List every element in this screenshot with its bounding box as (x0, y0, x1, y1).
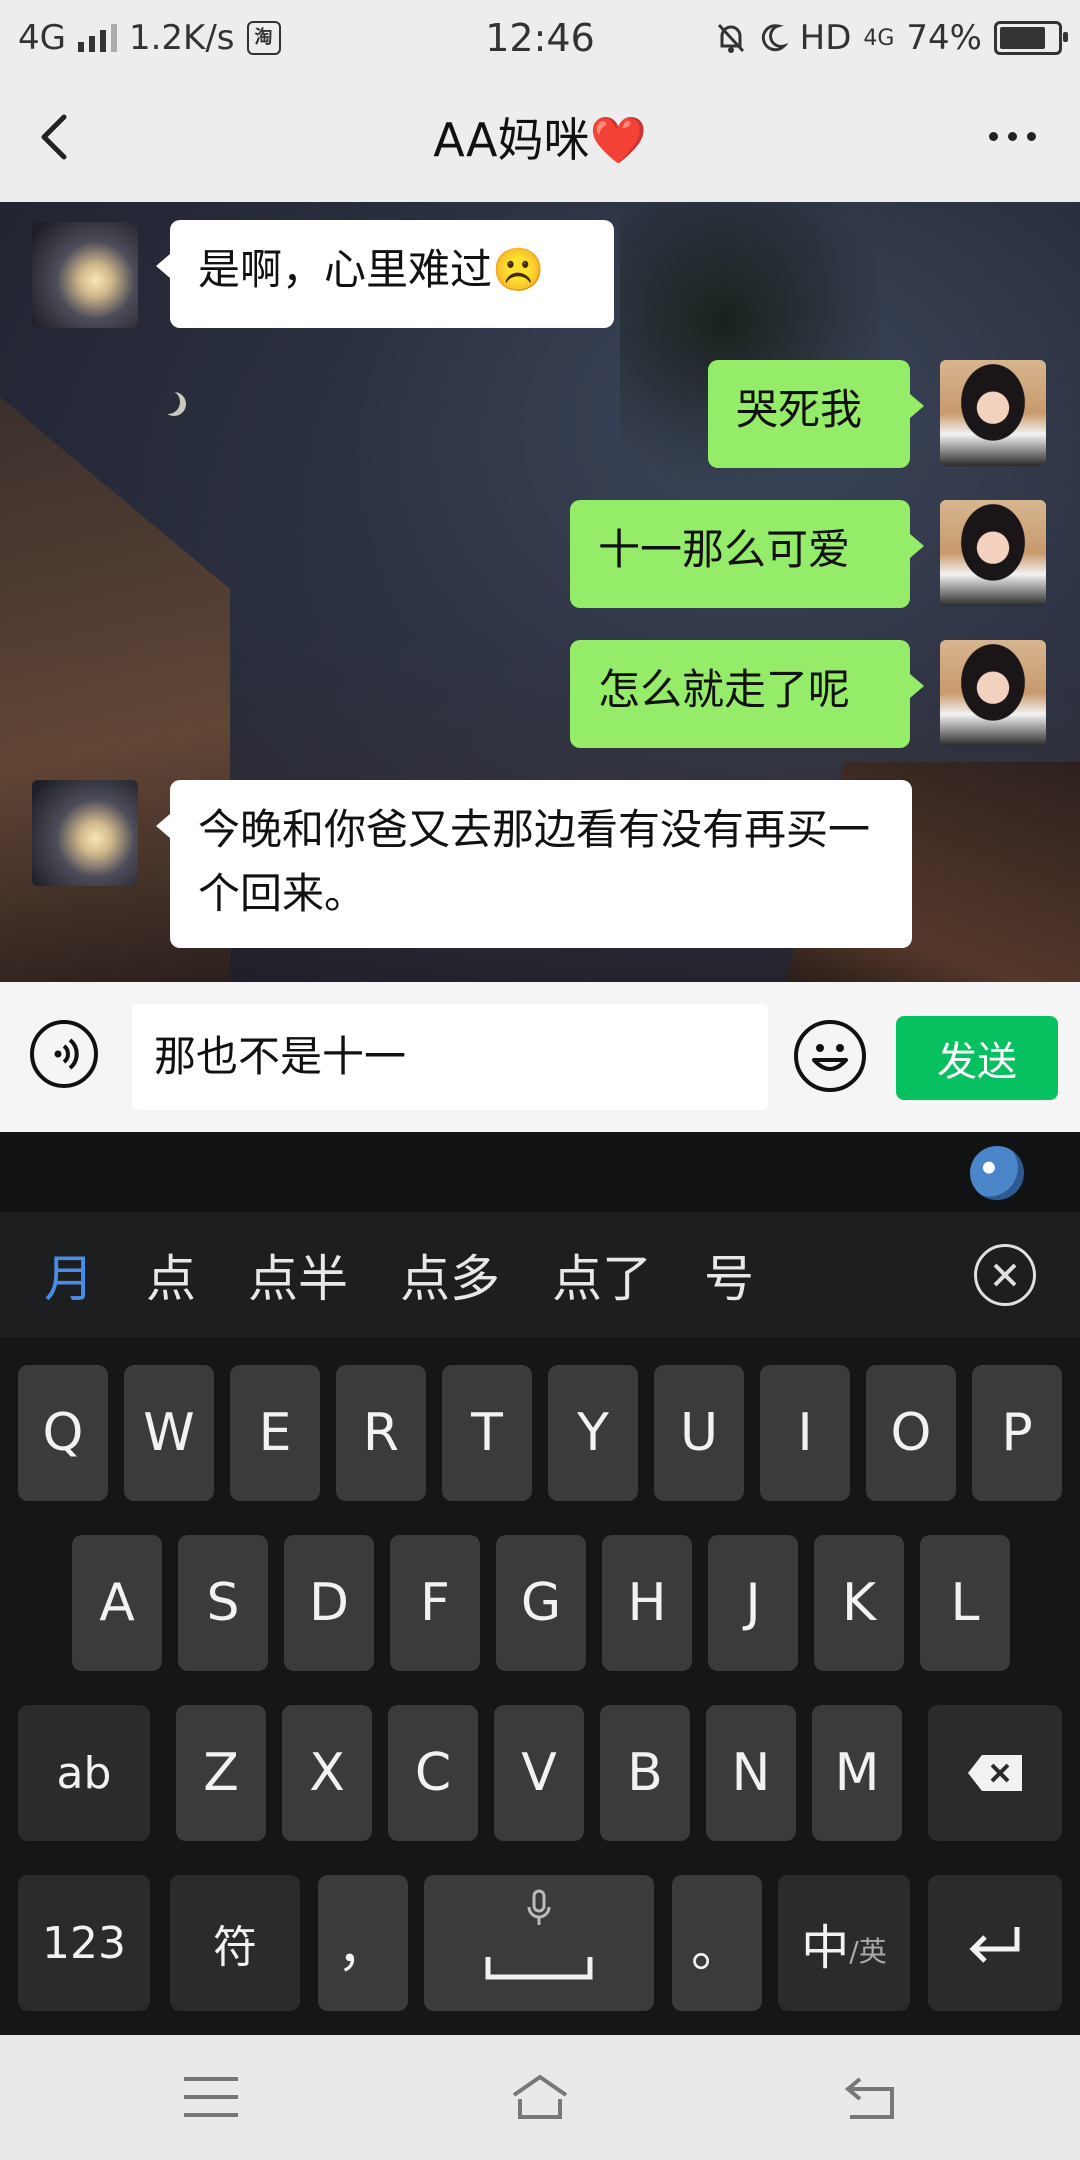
key-u[interactable]: U (654, 1365, 744, 1501)
key-z[interactable]: Z (176, 1705, 266, 1841)
more-options-icon[interactable] (982, 116, 1042, 156)
message-bubble-received[interactable]: 是啊，心里难过☹️ (156, 220, 614, 328)
candidate-word[interactable]: 月 (0, 1239, 120, 1311)
message-bubble-sent[interactable]: 怎么就走了呢 (570, 640, 924, 748)
contact-avatar[interactable] (32, 222, 138, 328)
close-candidates-icon[interactable] (974, 1244, 1036, 1306)
key-v[interactable]: V (494, 1705, 584, 1841)
key-i[interactable]: I (760, 1365, 850, 1501)
status-bar: 4G 1.2K/s 淘 12:46 HD 4G 74% (0, 0, 1080, 74)
candidate-word[interactable]: 点了 (526, 1239, 678, 1311)
key-f[interactable]: F (390, 1535, 480, 1671)
hd-label: HD (799, 18, 852, 58)
key-ab[interactable]: ab (18, 1705, 150, 1841)
key-b[interactable]: B (600, 1705, 690, 1841)
key-m[interactable]: M (812, 1705, 902, 1841)
keyboard: Q W E R T Y U I O P A S D F G H J K L ab… (0, 1337, 1080, 2035)
backspace-key[interactable] (928, 1705, 1062, 1841)
send-button[interactable]: 发送 (896, 1016, 1058, 1100)
enter-key[interactable] (928, 1875, 1062, 2011)
key-symbols[interactable]: 符 (170, 1875, 300, 2011)
key-period[interactable]: 。 (672, 1875, 762, 2011)
candidate-word[interactable]: 点半 (222, 1239, 374, 1311)
language-sub-label: /英 (849, 1935, 887, 1968)
mute-bell-icon (717, 23, 744, 53)
recent-apps-icon[interactable] (184, 2077, 238, 2117)
candidate-bar: 月 点 点半 点多 点了 号 (0, 1212, 1080, 1337)
my-avatar[interactable] (940, 360, 1046, 466)
contact-avatar[interactable] (32, 780, 138, 886)
candidate-word[interactable]: 点多 (374, 1239, 526, 1311)
key-h[interactable]: H (602, 1535, 692, 1671)
navigation-bar (0, 2035, 1080, 2160)
home-icon[interactable] (510, 2073, 570, 2121)
key-y[interactable]: Y (548, 1365, 638, 1501)
keyboard-toolbar (0, 1132, 1080, 1212)
background-moon (156, 390, 180, 414)
chat-header: AA妈咪❤️ (0, 74, 1080, 202)
key-r[interactable]: R (336, 1365, 426, 1501)
language-main-label: 中 (801, 1920, 850, 1976)
message-bubble-sent[interactable]: 十一那么可爱 (570, 500, 924, 608)
key-a[interactable]: A (72, 1535, 162, 1671)
key-l[interactable]: L (920, 1535, 1010, 1671)
moon-icon (761, 24, 788, 52)
my-avatar[interactable] (940, 500, 1046, 606)
key-c[interactable]: C (388, 1705, 478, 1841)
space-bar-icon (485, 1957, 593, 1980)
key-w[interactable]: W (124, 1365, 214, 1501)
microphone-icon (527, 1889, 551, 1925)
key-s[interactable]: S (178, 1535, 268, 1671)
key-d[interactable]: D (284, 1535, 374, 1671)
language-toggle-key[interactable]: 中/英 (778, 1875, 910, 2011)
key-g[interactable]: G (496, 1535, 586, 1671)
my-avatar[interactable] (940, 640, 1046, 746)
key-q[interactable]: Q (18, 1365, 108, 1501)
chat-title: AA妈咪❤️ (433, 113, 647, 167)
chat-area[interactable]: 是啊，心里难过☹️ 哭死我 十一那么可爱 怎么就走了呢 今晚和你爸又去那边看有没… (0, 202, 1080, 982)
network-4g-label: 4G (863, 25, 895, 51)
message-input[interactable]: 那也不是十一 (132, 1004, 768, 1110)
back-icon[interactable] (842, 2075, 898, 2121)
key-e[interactable]: E (230, 1365, 320, 1501)
candidate-word[interactable]: 点 (120, 1239, 222, 1311)
battery-percent: 74% (906, 18, 982, 58)
input-bar: 那也不是十一 发送 (0, 982, 1080, 1132)
candidate-word[interactable]: 号 (678, 1239, 780, 1311)
key-j[interactable]: J (708, 1535, 798, 1671)
key-t[interactable]: T (442, 1365, 532, 1501)
key-p[interactable]: P (972, 1365, 1062, 1501)
backspace-icon (968, 1755, 1022, 1791)
keyboard-logo-icon[interactable] (970, 1146, 1024, 1200)
message-bubble-received[interactable]: 今晚和你爸又去那边看有没有再买一个回来。 (156, 780, 912, 948)
key-k[interactable]: K (814, 1535, 904, 1671)
key-123[interactable]: 123 (18, 1875, 150, 2011)
enter-icon (969, 1927, 1020, 1963)
key-x[interactable]: X (282, 1705, 372, 1841)
status-right: HD 4G 74% (716, 18, 1068, 58)
space-key[interactable] (424, 1875, 654, 2011)
key-comma[interactable]: ， (318, 1875, 408, 2011)
battery-icon (994, 21, 1068, 55)
key-o[interactable]: O (866, 1365, 956, 1501)
voice-icon[interactable] (30, 1020, 98, 1088)
key-n[interactable]: N (706, 1705, 796, 1841)
emoji-icon[interactable] (794, 1020, 866, 1092)
message-bubble-sent[interactable]: 哭死我 (708, 360, 924, 468)
